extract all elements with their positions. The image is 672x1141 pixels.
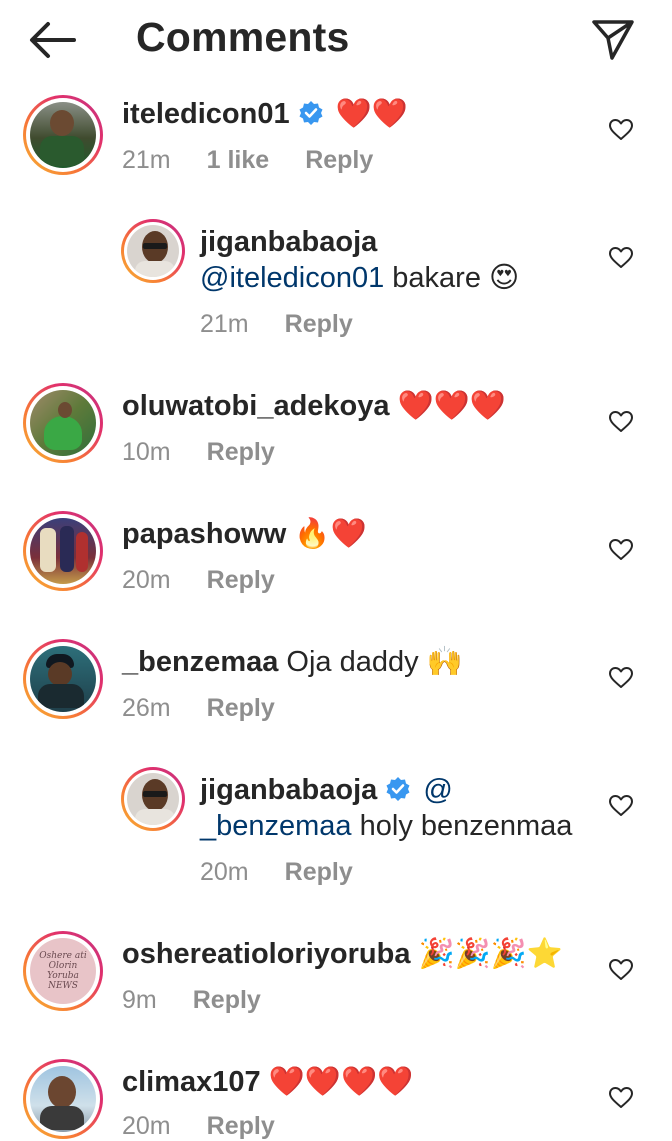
comment-username[interactable]: climax107 xyxy=(122,1066,261,1098)
comment-time: 20m xyxy=(200,858,249,886)
heart-icon[interactable] xyxy=(608,793,634,819)
header-bar: Comments xyxy=(0,0,672,84)
comment-time: 20m xyxy=(122,1112,171,1140)
comment-time: 10m xyxy=(122,438,171,466)
reply-button[interactable]: Reply xyxy=(285,310,353,338)
page-title: Comments xyxy=(136,14,350,60)
comment-text: Oja daddy 🙌 xyxy=(286,646,463,678)
heart-icon[interactable] xyxy=(608,1085,634,1111)
comment-time: 20m xyxy=(122,566,171,594)
send-icon[interactable] xyxy=(590,16,636,62)
reply-button[interactable]: Reply xyxy=(207,1112,275,1140)
heart-icon[interactable] xyxy=(608,537,634,563)
comment-time: 21m xyxy=(200,310,249,338)
comment-text: bakare 😍 xyxy=(384,262,520,294)
verified-badge-icon xyxy=(299,101,323,125)
comment-time: 9m xyxy=(122,986,157,1014)
reply-button[interactable]: Reply xyxy=(207,566,275,594)
comment-time: 21m xyxy=(122,146,171,174)
heart-icon[interactable] xyxy=(608,957,634,983)
comment-text: 🔥❤️ xyxy=(294,518,367,550)
comment-time: 26m xyxy=(122,694,171,722)
heart-icon[interactable] xyxy=(608,245,634,271)
comment-username[interactable]: oshereatioloriyoruba xyxy=(122,938,410,970)
avatar[interactable] xyxy=(23,1059,103,1139)
heart-icon[interactable] xyxy=(608,409,634,435)
mention-link[interactable]: @iteledicon01 xyxy=(200,262,384,294)
back-arrow-icon[interactable] xyxy=(28,18,78,62)
comment-username[interactable]: oluwatobi_adekoya xyxy=(122,390,390,422)
avatar[interactable]: Oshere ati Olorin Yoruba NEWS xyxy=(23,931,103,1011)
comment-username[interactable]: _benzemaa xyxy=(122,646,278,678)
reply-button[interactable]: Reply xyxy=(305,146,373,174)
comment-username[interactable]: papashoww xyxy=(122,518,286,550)
heart-icon[interactable] xyxy=(608,665,634,691)
avatar[interactable] xyxy=(121,219,185,283)
reply-button[interactable]: Reply xyxy=(193,986,261,1014)
comment-text: ❤️❤️ xyxy=(335,98,408,130)
avatar[interactable] xyxy=(23,639,103,719)
comment-text: 🎉🎉🎉⭐ xyxy=(418,938,563,970)
avatar[interactable] xyxy=(23,383,103,463)
comment-username[interactable]: jiganbabaoja xyxy=(200,774,377,806)
avatar[interactable] xyxy=(23,511,103,591)
comment-text: ❤️❤️❤️ xyxy=(397,390,506,422)
reply-button[interactable]: Reply xyxy=(285,858,353,886)
avatar[interactable] xyxy=(121,767,185,831)
reply-button[interactable]: Reply xyxy=(207,438,275,466)
avatar[interactable] xyxy=(23,95,103,175)
reply-button[interactable]: Reply xyxy=(207,694,275,722)
mention-link[interactable]: @ xyxy=(423,774,452,806)
verified-badge-icon xyxy=(386,777,410,801)
comment-text: holy benzenmaa xyxy=(351,810,573,842)
like-count[interactable]: 1 like xyxy=(207,146,270,174)
comment-text: ❤️❤️❤️❤️ xyxy=(268,1066,414,1098)
mention-link[interactable]: _benzemaa xyxy=(200,810,352,842)
comment-username[interactable]: jiganbabaoja xyxy=(200,226,377,258)
avatar-logo-text: Oshere ati Olorin Yoruba NEWS xyxy=(39,951,87,991)
comment-username[interactable]: iteledicon01 xyxy=(122,98,290,130)
heart-icon[interactable] xyxy=(608,117,634,143)
